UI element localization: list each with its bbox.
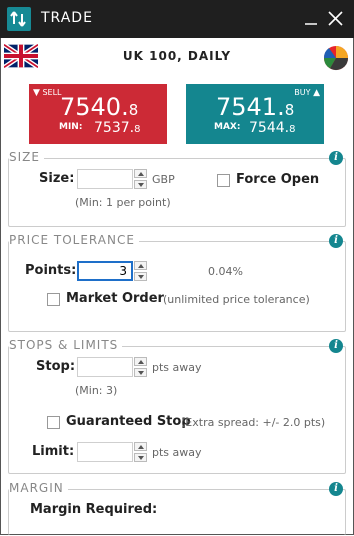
stepper-up-icon[interactable] — [134, 261, 147, 270]
market-order-hint: (unlimited price tolerance) — [163, 293, 310, 306]
buy-max-small: 8 — [289, 124, 296, 135]
limit-input[interactable] — [77, 442, 133, 462]
sell-min-main: 7537. — [94, 120, 135, 136]
guaranteed-stop-checkbox[interactable] — [47, 416, 60, 429]
sell-button[interactable]: ▼ SELL 7540.8 MIN: 7537.8 — [29, 84, 167, 144]
sell-price-small: 8 — [128, 101, 139, 119]
stepper-up-icon[interactable] — [134, 169, 147, 178]
minimize-icon — [305, 23, 317, 25]
stepper-down-icon[interactable] — [134, 180, 147, 189]
info-icon[interactable]: i — [329, 482, 343, 496]
up-arrow-icon: ▲ — [313, 88, 320, 98]
buy-max-main: 7544. — [249, 120, 290, 136]
sell-min-label: MIN: — [59, 122, 83, 132]
size-input[interactable] — [77, 169, 133, 189]
price-tolerance-section: PRICE TOLERANCE i Points: 3 0.04% Market… — [8, 233, 346, 332]
buy-button[interactable]: BUY ▲ 7541.8 MAX: 7544.8 — [186, 84, 324, 144]
points-stepper[interactable] — [134, 261, 147, 281]
market-order-label[interactable]: Market Order — [66, 291, 164, 306]
sell-min-value: 7537.8 — [94, 120, 140, 136]
margin-section: MARGIN i Margin Required: — [8, 481, 346, 535]
stepper-down-icon[interactable] — [134, 368, 147, 377]
buy-price-small: 8 — [284, 101, 295, 119]
pie-chart-icon[interactable] — [322, 44, 350, 72]
size-label: Size: — [39, 171, 75, 186]
limit-stepper[interactable] — [134, 442, 147, 462]
close-icon — [328, 11, 343, 26]
buy-max-value: 7544.8 — [249, 120, 295, 136]
stepper-down-icon[interactable] — [134, 272, 147, 281]
force-open-checkbox[interactable] — [217, 174, 230, 187]
points-label: Points: — [25, 263, 77, 278]
size-unit: GBP — [152, 173, 175, 186]
guaranteed-stop-hint: (Extra spread: +/- 2.0 pts) — [181, 416, 326, 429]
force-open-label[interactable]: Force Open — [236, 172, 319, 187]
points-input[interactable]: 3 — [77, 261, 133, 281]
limit-label: Limit: — [32, 444, 75, 459]
sell-label: ▼ SELL — [33, 88, 62, 98]
limit-unit: pts away — [152, 446, 202, 459]
sell-price: 7540.8 — [60, 93, 138, 121]
sell-label-text: SELL — [42, 88, 62, 97]
buy-label: BUY ▲ — [294, 88, 320, 98]
guaranteed-stop-label[interactable]: Guaranteed Stop — [66, 414, 191, 429]
size-stepper[interactable] — [134, 169, 147, 189]
stepper-down-icon[interactable] — [134, 453, 147, 462]
stepper-up-icon[interactable] — [134, 357, 147, 366]
stop-stepper[interactable] — [134, 357, 147, 377]
info-icon[interactable]: i — [329, 339, 343, 353]
sell-min-small: 8 — [134, 124, 141, 135]
title-bar: TRADE — [0, 0, 354, 38]
close-button[interactable] — [324, 6, 348, 30]
buy-label-text: BUY — [294, 88, 311, 97]
down-arrow-icon: ▼ — [33, 88, 40, 98]
sell-price-main: 7540. — [60, 93, 129, 121]
minimize-button[interactable] — [300, 6, 324, 30]
info-icon[interactable]: i — [329, 234, 343, 248]
market-order-checkbox[interactable] — [47, 293, 60, 306]
tolerance-percent: 0.04% — [208, 265, 243, 278]
size-hint: (Min: 1 per point) — [75, 196, 171, 209]
market-title: UK 100, DAILY — [122, 49, 232, 63]
stop-input[interactable] — [77, 357, 133, 377]
stop-label: Stop: — [36, 359, 76, 374]
stop-hint: (Min: 3) — [75, 384, 118, 397]
stops-limits-section: STOPS & LIMITS i Stop: pts away (Min: 3)… — [8, 338, 346, 474]
window-title: TRADE — [41, 10, 93, 26]
info-icon[interactable]: i — [329, 151, 343, 165]
stop-unit: pts away — [152, 361, 202, 374]
size-section: SIZE i Size: GBP Force Open (Min: 1 per … — [8, 150, 346, 227]
trade-app-icon — [7, 7, 31, 31]
price-tolerance-legend: PRICE TOLERANCE — [9, 233, 139, 247]
buy-max-label: MAX: — [214, 122, 241, 132]
margin-legend: MARGIN — [9, 481, 68, 495]
buy-price: 7541.8 — [216, 93, 294, 121]
size-legend: SIZE — [9, 150, 44, 164]
stops-limits-legend: STOPS & LIMITS — [9, 338, 123, 352]
margin-required-label: Margin Required: — [30, 502, 158, 517]
buy-price-main: 7541. — [216, 93, 285, 121]
stepper-up-icon[interactable] — [134, 442, 147, 451]
